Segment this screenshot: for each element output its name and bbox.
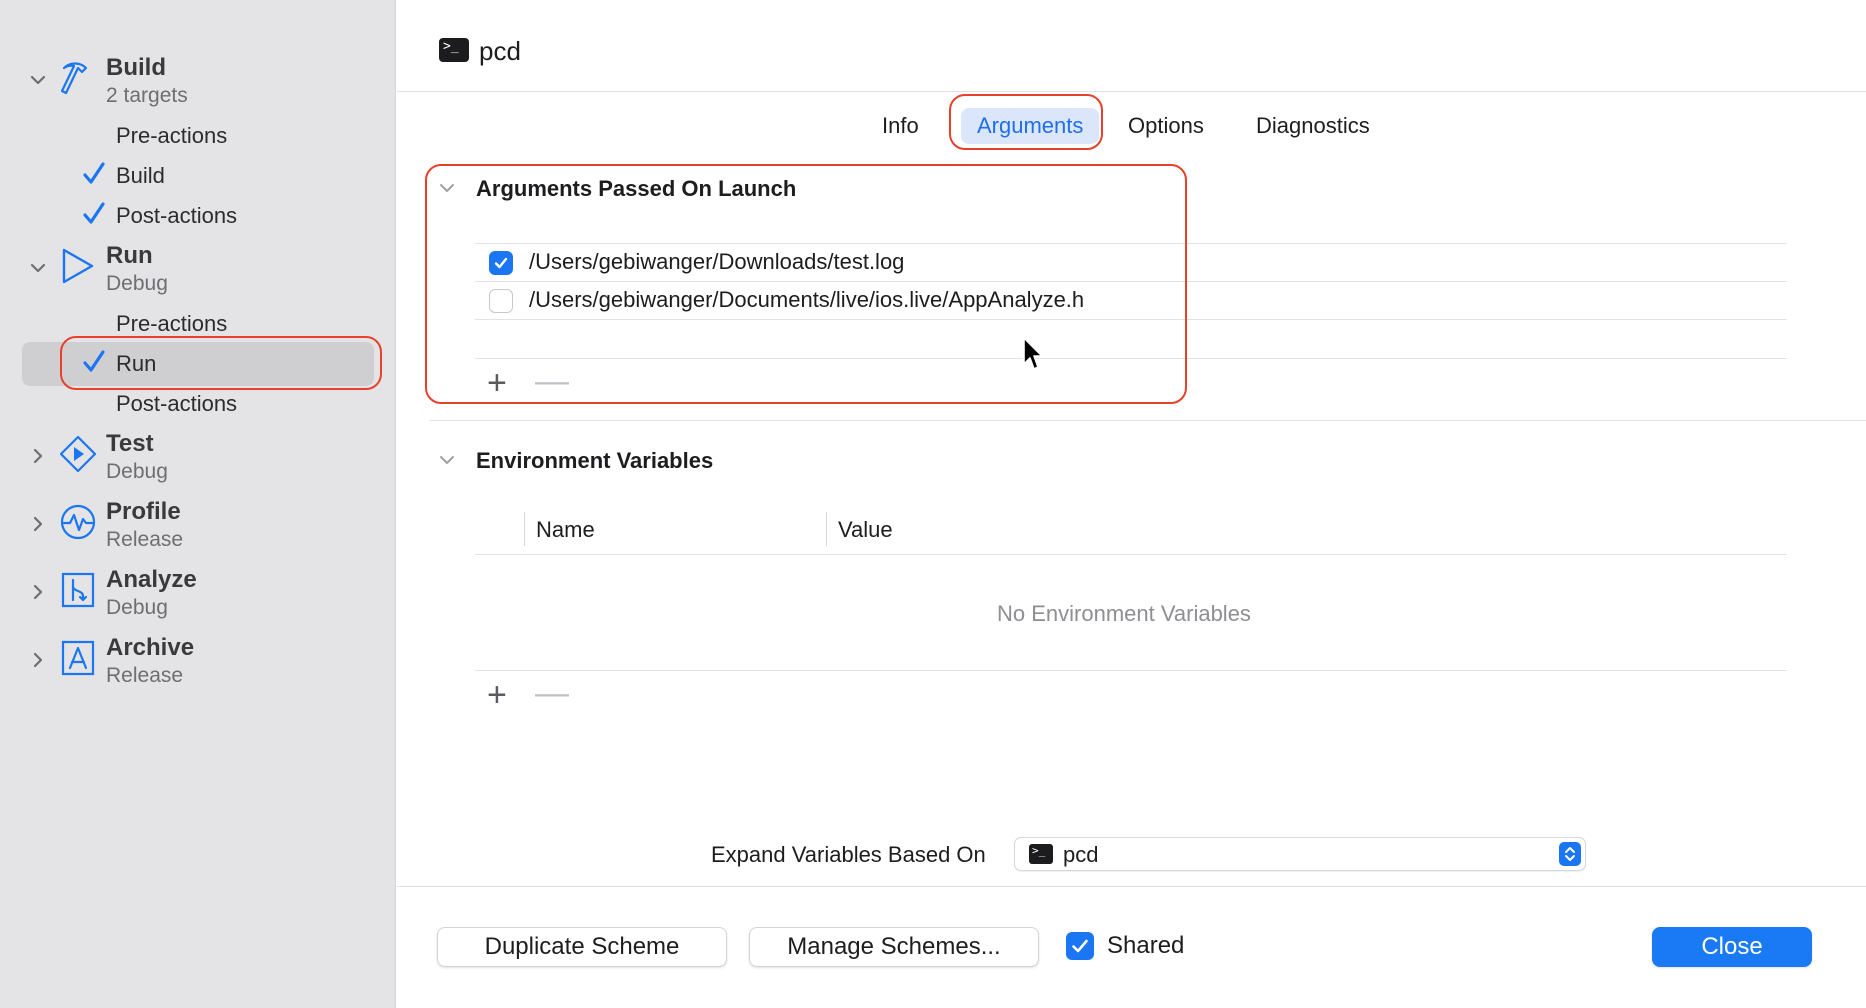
chevron-right-icon[interactable] [28,446,48,466]
divider [475,358,1787,359]
argument-value[interactable]: /Users/gebiwanger/Downloads/test.log [529,249,904,275]
step-build-post-actions[interactable]: Post-actions [22,194,374,238]
group-subtitle: Release [106,664,184,687]
expand-variables-label: Expand Variables Based On [711,842,986,867]
tab-options[interactable]: Options [1112,108,1220,144]
group-subtitle: 2 targets [106,84,188,107]
argument-row[interactable]: /Users/gebiwanger/Documents/live/ios.liv… [475,281,1787,319]
chevron-down-icon[interactable] [28,258,48,278]
divider [475,670,1787,671]
tab-diagnostics[interactable]: Diagnostics [1240,108,1386,144]
gauge-icon [58,502,98,542]
mouse-cursor-icon [1023,337,1043,370]
step-run-run[interactable]: Run [22,342,374,386]
remove-argument-button[interactable]: — [535,364,569,398]
title-bar: >_ pcd [397,0,1866,92]
column-separator [524,512,525,546]
argument-checkbox[interactable] [489,251,513,275]
step-label: Post-actions [116,203,238,228]
step-build-pre-actions[interactable]: Pre-actions [22,114,374,158]
step-label: Build [116,163,165,188]
scheme-sidebar: Build 2 targets Pre-actions Build Post-a… [0,0,396,1008]
add-variable-button[interactable]: + [487,678,507,712]
arguments-section-title: Arguments Passed On Launch [476,176,797,201]
divider [475,554,1787,555]
test-diamond-icon [58,434,98,474]
tab-info[interactable]: Info [866,108,935,144]
chevron-down-icon[interactable] [437,450,457,470]
column-header-value[interactable]: Value [838,517,893,543]
step-label: Pre-actions [116,123,228,148]
step-run-post-actions[interactable]: Post-actions [22,382,374,426]
tab-bar: Info Arguments Options Diagnostics [397,100,1866,146]
analyze-icon [58,570,98,610]
terminal-glyph: >_ [1032,844,1046,857]
play-icon [58,246,98,286]
column-header-name[interactable]: Name [536,517,595,543]
remove-variable-button[interactable]: — [535,676,569,710]
checkmark-icon [82,348,106,376]
argument-row[interactable]: /Users/gebiwanger/Downloads/test.log [475,243,1787,281]
group-title: Build [106,54,166,81]
chevron-right-icon[interactable] [28,650,48,670]
checkmark-icon [82,160,106,188]
page-title: pcd [479,36,521,66]
chevron-right-icon[interactable] [28,514,48,534]
argument-checkbox[interactable] [489,289,513,313]
group-title: Run [106,242,153,269]
popup-value: pcd [1063,842,1099,867]
popup-stepper-icon [1559,842,1581,866]
shared-checkbox[interactable] [1066,932,1094,960]
group-subtitle: Debug [106,596,168,619]
chevron-right-icon[interactable] [28,582,48,602]
group-title: Analyze [106,566,197,593]
terminal-glyph: >_ [443,39,459,54]
step-label: Run [116,351,157,376]
footer-bar: Duplicate Scheme Manage Schemes... Share… [397,886,1866,1008]
step-run-pre-actions[interactable]: Pre-actions [22,302,374,346]
group-title: Archive [106,634,195,661]
manage-schemes-button[interactable]: Manage Schemes... [749,927,1039,967]
archive-icon [58,638,98,678]
terminal-icon: >_ [1029,844,1053,864]
step-label: Post-actions [116,391,238,416]
expand-variables-popup[interactable]: >_ pcd [1014,837,1586,871]
hammer-icon [58,58,98,98]
duplicate-scheme-button[interactable]: Duplicate Scheme [437,927,727,967]
group-title: Test [106,430,154,457]
step-label: Pre-actions [116,311,228,336]
environment-section-title: Environment Variables [476,448,714,473]
checkmark-icon [82,200,106,228]
chevron-down-icon[interactable] [437,178,457,198]
scheme-editor-main: >_ pcd Info Arguments Options Diagnostic… [397,0,1866,1008]
section-divider [429,420,1866,421]
argument-value[interactable]: /Users/gebiwanger/Documents/live/ios.liv… [529,287,1084,313]
divider [475,319,1787,320]
group-subtitle: Debug [106,460,168,483]
step-build-build[interactable]: Build [22,154,374,198]
close-button[interactable]: Close [1652,927,1812,967]
terminal-icon: >_ [439,38,469,62]
tab-arguments[interactable]: Arguments [961,108,1100,144]
empty-state-text: No Environment Variables [997,601,1251,626]
group-subtitle: Debug [106,272,168,295]
shared-label[interactable]: Shared [1107,932,1184,960]
group-title: Profile [106,498,181,525]
group-subtitle: Release [106,528,184,551]
column-separator [826,512,827,546]
chevron-down-icon[interactable] [28,70,48,90]
add-argument-button[interactable]: + [487,366,507,400]
